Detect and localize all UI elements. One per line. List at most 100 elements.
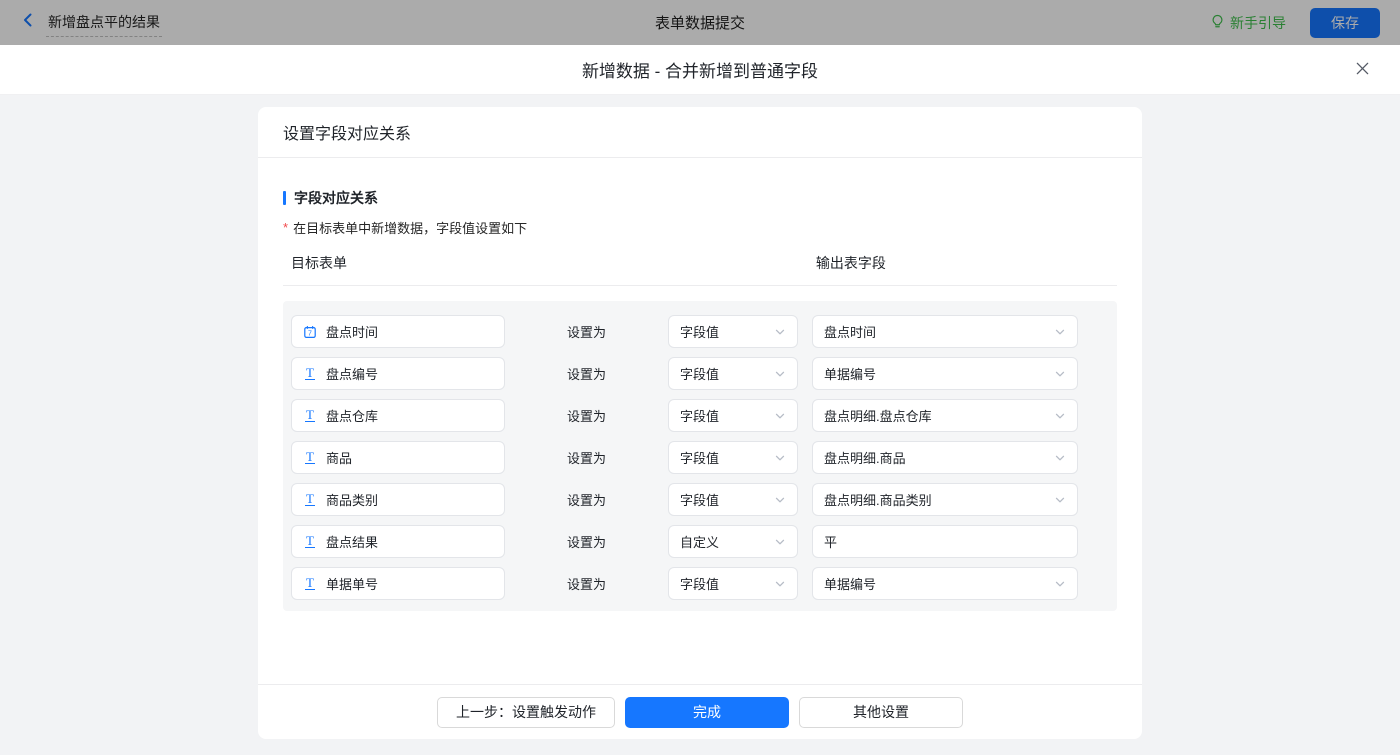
calendar-icon: 7 — [303, 325, 317, 339]
value-select[interactable]: 盘点时间 — [812, 315, 1078, 348]
text-field-icon: T — [303, 577, 317, 590]
set-as-label: 设置为 — [505, 532, 668, 551]
target-field-label: 盘点仓库 — [326, 406, 378, 425]
target-field-box: T 单据单号 — [291, 567, 505, 600]
footer-actions: 上一步：设置触发动作 完成 其他设置 — [258, 684, 1142, 739]
chevron-down-icon — [774, 326, 786, 338]
mode-select[interactable]: 自定义 — [668, 525, 798, 558]
target-field-label: 单据单号 — [326, 574, 378, 593]
text-field-icon: T — [303, 535, 317, 548]
set-as-label: 设置为 — [505, 406, 668, 425]
value-select[interactable]: 盘点明细.盘点仓库 — [812, 399, 1078, 432]
mode-select-value: 字段值 — [680, 322, 719, 341]
target-field-box: T 盘点编号 — [291, 357, 505, 390]
beginner-guide-link[interactable]: 新手引导 — [1210, 13, 1286, 33]
chevron-down-icon — [774, 452, 786, 464]
prev-step-button[interactable]: 上一步：设置触发动作 — [437, 697, 615, 728]
lightbulb-icon — [1210, 14, 1225, 32]
card-header: 设置字段对应关系 — [258, 107, 1142, 158]
mode-select[interactable]: 字段值 — [668, 357, 798, 390]
required-asterisk: * — [283, 220, 288, 235]
set-as-label: 设置为 — [505, 364, 668, 383]
target-field-label: 盘点时间 — [326, 322, 378, 341]
mapping-panel: 7 盘点时间 设置为 字段值 盘点时间 T 盘点编号 设置为 字段值 — [283, 301, 1117, 611]
target-field-box: T 盘点仓库 — [291, 399, 505, 432]
target-field-label: 盘点编号 — [326, 364, 378, 383]
section-title-label: 字段对应关系 — [294, 188, 378, 208]
target-field-box: T 商品 — [291, 441, 505, 474]
dialog-body: 设置字段对应关系 字段对应关系 * 在目标表单中新增数据，字段值设置如下 目标表… — [0, 95, 1400, 755]
mode-select[interactable]: 字段值 — [668, 441, 798, 474]
other-settings-button[interactable]: 其他设置 — [799, 697, 963, 728]
set-as-label: 设置为 — [505, 490, 668, 509]
dialog-title: 新增数据 - 合并新增到普通字段 — [582, 57, 818, 82]
mode-select[interactable]: 字段值 — [668, 315, 798, 348]
close-icon — [1355, 61, 1370, 79]
mapping-row: T 盘点编号 设置为 字段值 单据编号 — [283, 357, 1117, 390]
value-select-value: 单据编号 — [824, 574, 876, 593]
target-field-box: T 商品类别 — [291, 483, 505, 516]
chevron-down-icon — [774, 494, 786, 506]
value-select-value: 盘点明细.商品类别 — [824, 490, 932, 509]
chevron-down-icon — [1054, 368, 1066, 380]
chevron-down-icon — [774, 410, 786, 422]
chevron-down-icon — [1054, 326, 1066, 338]
topbar-title: 表单数据提交 — [0, 12, 1400, 33]
value-select-value: 盘点明细.盘点仓库 — [824, 406, 932, 425]
mode-select-value: 自定义 — [680, 532, 719, 551]
target-field-label: 商品 — [326, 448, 352, 467]
chevron-down-icon — [1054, 410, 1066, 422]
column-header-target-form: 目标表单 — [291, 253, 812, 273]
mapping-row: T 盘点仓库 设置为 字段值 盘点明细.盘点仓库 — [283, 399, 1117, 432]
value-select[interactable]: 盘点明细.商品 — [812, 441, 1078, 474]
mode-select-value: 字段值 — [680, 490, 719, 509]
value-select-value: 单据编号 — [824, 364, 876, 383]
chevron-down-icon — [774, 536, 786, 548]
dialog-header: 新增数据 - 合并新增到普通字段 — [0, 45, 1400, 95]
mapping-row: T 商品类别 设置为 字段值 盘点明细.商品类别 — [283, 483, 1117, 516]
beginner-guide-label: 新手引导 — [1230, 13, 1286, 33]
text-field-icon: T — [303, 409, 317, 422]
mode-select[interactable]: 字段值 — [668, 399, 798, 432]
save-button[interactable]: 保存 — [1310, 8, 1380, 38]
mode-select-value: 字段值 — [680, 448, 719, 467]
target-field-box: 7 盘点时间 — [291, 315, 505, 348]
chevron-down-icon — [774, 368, 786, 380]
mode-select-value: 字段值 — [680, 406, 719, 425]
mapping-row: 7 盘点时间 设置为 字段值 盘点时间 — [283, 315, 1117, 348]
chevron-down-icon — [774, 578, 786, 590]
text-field-icon: T — [303, 367, 317, 380]
set-as-label: 设置为 — [505, 574, 668, 593]
column-headers: 目标表单 输出表字段 — [283, 253, 1117, 286]
set-as-label: 设置为 — [505, 322, 668, 341]
value-select[interactable]: 单据编号 — [812, 357, 1078, 390]
target-field-label: 盘点结果 — [326, 532, 378, 551]
note: * 在目标表单中新增数据，字段值设置如下 — [283, 218, 1117, 237]
target-field-label: 商品类别 — [326, 490, 378, 509]
close-button[interactable] — [1350, 58, 1374, 82]
set-as-label: 设置为 — [505, 448, 668, 467]
value-select-value: 盘点时间 — [824, 322, 876, 341]
custom-value-input[interactable]: 平 — [812, 525, 1078, 558]
done-button[interactable]: 完成 — [625, 697, 789, 728]
value-select[interactable]: 盘点明细.商品类别 — [812, 483, 1078, 516]
value-select-value: 盘点明细.商品 — [824, 448, 906, 467]
mode-select[interactable]: 字段值 — [668, 483, 798, 516]
mapping-row: T 盘点结果 设置为 自定义 平 — [283, 525, 1117, 558]
svg-text:7: 7 — [308, 330, 312, 337]
section-title: 字段对应关系 — [283, 188, 1117, 208]
chevron-down-icon — [1054, 578, 1066, 590]
mapping-row: T 单据单号 设置为 字段值 单据编号 — [283, 567, 1117, 600]
text-field-icon: T — [303, 451, 317, 464]
target-field-box: T 盘点结果 — [291, 525, 505, 558]
section-accent-bar — [283, 191, 286, 205]
mode-select[interactable]: 字段值 — [668, 567, 798, 600]
column-header-output-fields: 输出表字段 — [816, 255, 886, 271]
chevron-down-icon — [1054, 494, 1066, 506]
mapping-row: T 商品 设置为 字段值 盘点明细.商品 — [283, 441, 1117, 474]
value-select-value: 平 — [824, 532, 837, 551]
note-text: 在目标表单中新增数据，字段值设置如下 — [293, 218, 527, 237]
value-select[interactable]: 单据编号 — [812, 567, 1078, 600]
top-bar: 新增盘点平的结果 表单数据提交 新手引导 保存 — [0, 0, 1400, 45]
chevron-down-icon — [1054, 452, 1066, 464]
